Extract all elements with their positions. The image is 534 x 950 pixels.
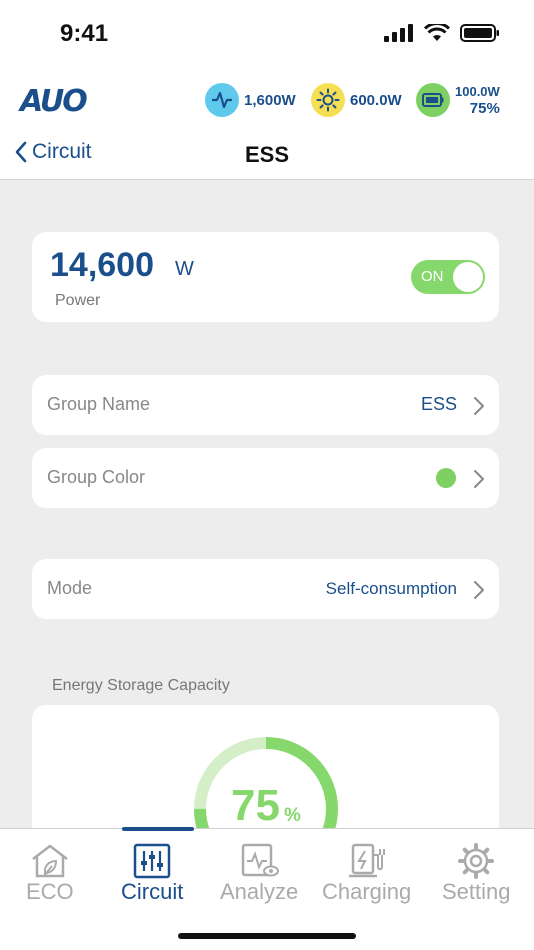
status-bar: 9:41 [0,0,534,70]
group-color-label: Group Color [47,467,146,487]
tab-setting[interactable]: Setting [442,843,511,905]
group-color-row[interactable]: Group Color [32,448,499,508]
grid-power-stat: 1,600W [205,83,296,117]
nav-bar: Circuit ESS [0,130,534,180]
capacity-unit: % [284,805,301,826]
power-label: Power [55,292,101,309]
power-unit: W [175,258,194,280]
auo-logo: AUO [20,84,88,119]
gear-icon [458,843,495,879]
battery-status-icon [460,24,499,42]
battery-percent-value: 75% [469,100,500,117]
toggle-knob [453,262,483,292]
tab-circuit[interactable]: Circuit [121,843,183,905]
circuit-sliders-icon [133,843,171,879]
power-value: 14,600 [50,246,154,284]
group-color-swatch [436,468,456,488]
sun-icon [311,83,345,117]
analyze-monitor-icon [241,843,280,877]
grid-pulse-icon [205,83,239,117]
solar-power-stat: 600.0W [311,83,402,117]
status-icons [384,24,500,42]
back-button-label: Circuit [32,140,92,163]
chevron-left-icon [15,141,27,163]
battery-power-stat: 100.0W 75% [416,83,500,117]
capacity-value: 75 [231,781,280,830]
chevron-right-icon [474,470,484,488]
active-tab-indicator [122,827,194,831]
chevron-right-icon [474,581,484,599]
solar-power-value: 600.0W [350,91,402,109]
app-header: AUO 1,600W 600.0W 100.0W 75% [0,70,534,130]
cellular-signal-icon [384,24,413,42]
tab-analyze[interactable]: Analyze [220,843,298,905]
tab-label: Setting [442,879,511,904]
status-time: 9:41 [60,20,109,47]
grid-power-value: 1,600W [244,91,296,109]
tab-label: Charging [322,879,412,904]
battery-icon [416,83,450,117]
toggle-label: ON [421,268,444,285]
capacity-section-title: Energy Storage Capacity [52,677,230,694]
mode-row[interactable]: Mode Self-consumption [32,559,499,619]
chevron-right-icon [474,397,484,415]
tab-bar: ECO Circuit Analyze Charging Setting [0,827,534,950]
back-button[interactable]: Circuit [14,140,92,164]
power-card: 14,600 W Power ON [32,232,499,322]
mode-label: Mode [47,578,93,598]
battery-stat-values: 100.0W 75% [455,83,500,117]
wifi-icon [424,24,450,41]
battery-power-value: 100.0W [455,84,500,99]
tab-label: Circuit [121,879,184,904]
mode-value: Self-consumption [325,579,457,598]
tab-eco[interactable]: ECO [26,843,74,905]
group-name-label: Group Name [47,394,151,414]
group-name-row[interactable]: Group Name ESS [32,375,499,435]
tab-charging[interactable]: Charging [322,843,411,905]
power-toggle[interactable]: ON [411,260,485,294]
tab-label: Analyze [220,879,299,904]
eco-house-icon [32,844,68,878]
charging-station-icon [348,843,385,878]
home-indicator [178,933,356,939]
tab-label: ECO [26,879,74,904]
group-name-value: ESS [420,394,457,414]
